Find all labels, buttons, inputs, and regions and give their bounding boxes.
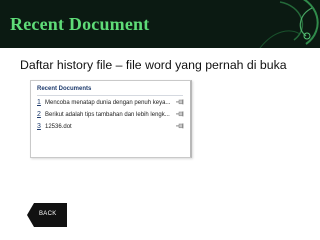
slide-subtitle: Daftar history file – file word yang per… <box>20 58 287 72</box>
recent-document-item[interactable]: 1 Mencoba menatap dunia dengan penuh key… <box>37 99 187 110</box>
recent-documents-heading: Recent Documents <box>37 86 92 92</box>
back-button[interactable]: BACK <box>27 203 67 227</box>
recent-document-item[interactable]: 2 Berikut adalah tips tambahan dan lebih… <box>37 111 187 122</box>
pin-icon[interactable] <box>176 99 184 105</box>
document-number: 2 <box>37 111 41 118</box>
document-number: 3 <box>37 123 41 130</box>
back-button-label: BACK <box>39 211 57 217</box>
decorative-swirl-icon <box>259 0 319 48</box>
document-name: Berikut adalah tips tambahan dan lebih l… <box>45 112 170 118</box>
panel-divider <box>37 95 183 96</box>
recent-documents-panel: Recent Documents 1 Mencoba menatap dunia… <box>30 80 192 158</box>
document-number: 1 <box>37 99 41 106</box>
recent-document-item[interactable]: 3 12536.dot <box>37 123 187 134</box>
document-name: Mencoba menatap dunia dengan penuh keya.… <box>45 100 171 106</box>
document-name: 12536.dot <box>45 124 72 130</box>
pin-icon[interactable] <box>176 111 184 117</box>
slide-header: Recent Document <box>0 0 320 48</box>
pin-icon[interactable] <box>176 123 184 129</box>
slide-title: Recent Document <box>10 14 150 34</box>
